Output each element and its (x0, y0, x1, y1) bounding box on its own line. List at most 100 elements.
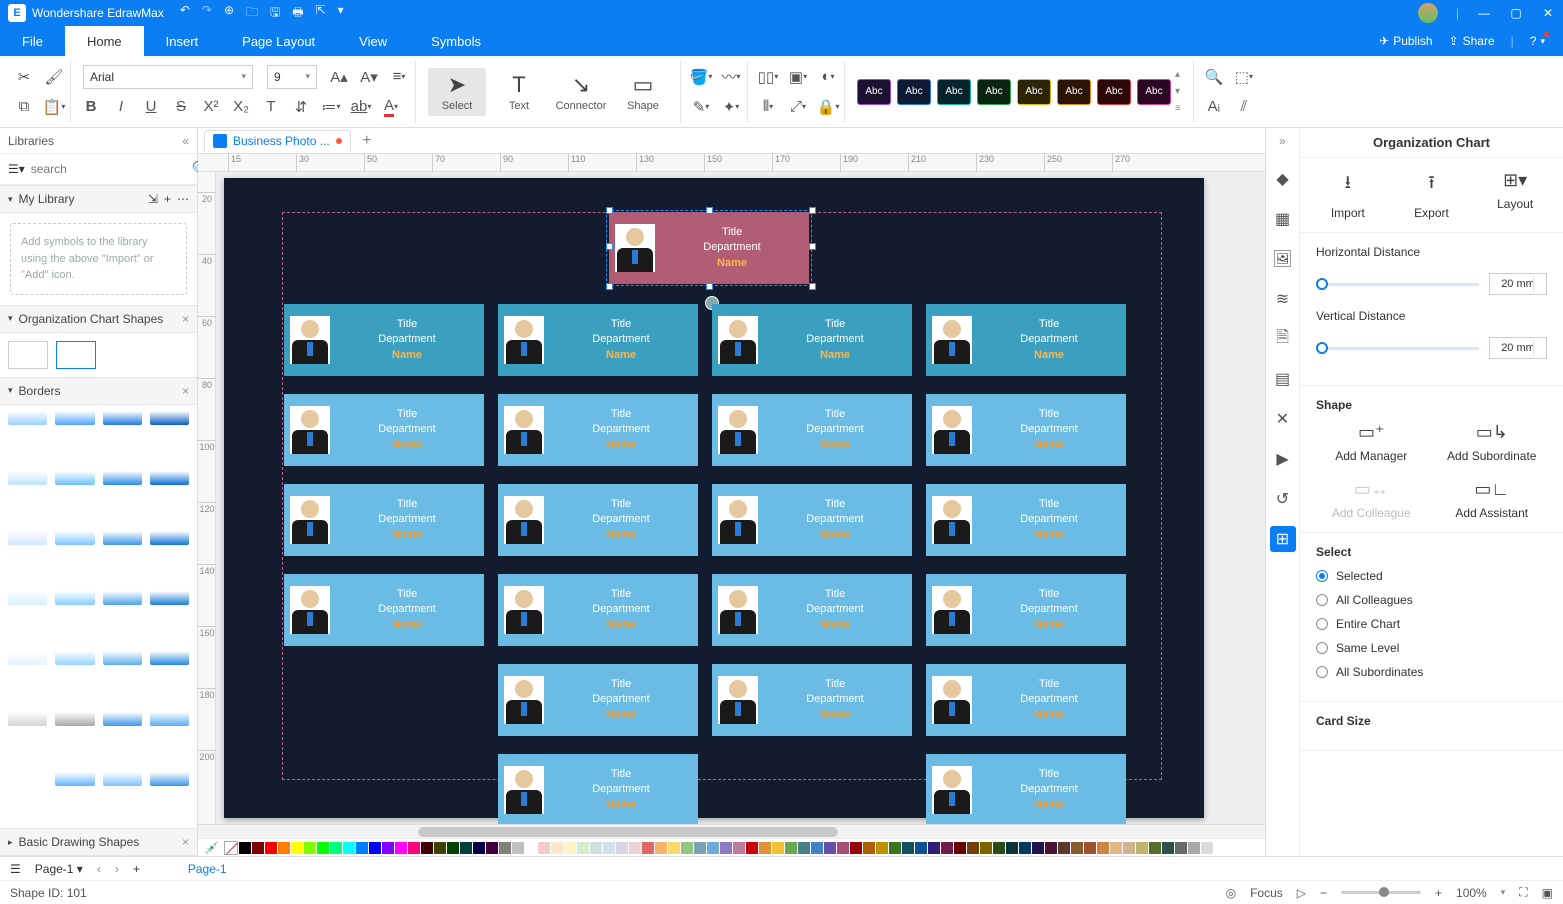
fit-page-icon[interactable]: ⛶ (1519, 885, 1527, 900)
org-card[interactable]: TitleDepartmentName (498, 754, 698, 824)
line-color-icon[interactable]: ✎▾ (693, 99, 709, 115)
border-thumb[interactable] (55, 471, 94, 485)
border-thumb[interactable] (150, 651, 189, 665)
zoom-slider[interactable] (1341, 891, 1421, 894)
radio-all-subordinates[interactable]: All Subordinates (1316, 665, 1547, 679)
color-swatch[interactable] (876, 842, 888, 854)
fill-icon[interactable]: 🪣▾ (693, 69, 709, 85)
style-swatch[interactable]: Abc (977, 79, 1011, 105)
org-card[interactable]: TitleDepartmentName (926, 574, 1126, 646)
rail-ruler-icon[interactable]: ▤ (1270, 366, 1296, 392)
lock-icon[interactable]: 🔒▾ (820, 99, 836, 115)
color-swatch[interactable] (356, 842, 368, 854)
org-card[interactable]: TitleDepartmentName (498, 664, 698, 736)
rail-page-icon[interactable]: 🗎 (1270, 326, 1296, 352)
style-swatch[interactable]: Abc (897, 79, 931, 105)
color-swatch[interactable] (343, 842, 355, 854)
fullscreen-icon[interactable]: ▣ (1542, 886, 1553, 900)
color-swatch[interactable] (603, 842, 615, 854)
org-card[interactable]: TitleDepartmentName (712, 484, 912, 556)
borders-header[interactable]: ▾ Borders × (0, 377, 197, 405)
target-icon[interactable]: ◎ (1226, 886, 1236, 900)
cut-icon[interactable]: ✂ (16, 69, 32, 85)
add-assistant-button[interactable]: ▭∟Add Assistant (1437, 479, 1548, 520)
qat-more-icon[interactable]: ▾ (338, 3, 344, 24)
border-thumb[interactable] (103, 531, 142, 545)
zoom-out-icon[interactable]: − (1320, 886, 1327, 900)
zoom-in-icon[interactable]: + (1435, 886, 1442, 900)
user-avatar[interactable] (1418, 3, 1438, 23)
border-thumb[interactable] (103, 591, 142, 605)
org-card[interactable]: TitleDepartmentName (926, 754, 1126, 824)
selection-handle[interactable] (706, 207, 713, 214)
style-swatch[interactable]: Abc (1017, 79, 1051, 105)
color-swatch[interactable] (668, 842, 680, 854)
zoom-knob[interactable] (1379, 887, 1389, 897)
color-swatch[interactable] (1097, 842, 1109, 854)
rail-history-icon[interactable]: ↺ (1270, 486, 1296, 512)
color-swatch[interactable] (655, 842, 667, 854)
color-swatch[interactable] (707, 842, 719, 854)
tab-insert[interactable]: Insert (144, 26, 221, 56)
selection-handle[interactable] (809, 283, 816, 290)
color-swatch[interactable] (434, 842, 446, 854)
tab-page-layout[interactable]: Page Layout (220, 26, 337, 56)
color-swatch[interactable] (616, 842, 628, 854)
font-color-icon[interactable]: A▾ (383, 99, 399, 115)
border-thumb[interactable] (55, 531, 94, 545)
color-swatch[interactable] (525, 842, 537, 854)
rail-orgchart-icon[interactable]: ⊞ (1270, 526, 1296, 552)
slider-knob[interactable] (1316, 278, 1328, 290)
mylibrary-header[interactable]: ▾ My Library ⇲ + ⋯ (0, 185, 197, 213)
page-list-icon[interactable]: ☰ (10, 862, 21, 876)
org-card[interactable]: TitleDepartmentName (498, 484, 698, 556)
style-swatch[interactable]: Abc (1097, 79, 1131, 105)
color-swatch[interactable] (304, 842, 316, 854)
library-menu-icon[interactable]: ☰▾ (8, 162, 25, 176)
color-swatch[interactable] (928, 842, 940, 854)
hdist-slider[interactable] (1316, 283, 1479, 286)
lib-more-icon[interactable]: ⋯ (177, 192, 189, 206)
tab-view[interactable]: View (337, 26, 409, 56)
color-swatch[interactable] (863, 842, 875, 854)
color-swatch[interactable] (395, 842, 407, 854)
orgshape-thumb-1[interactable] (8, 341, 48, 369)
color-swatch[interactable] (772, 842, 784, 854)
color-swatch[interactable] (369, 842, 381, 854)
org-card[interactable]: TitleDepartmentName (712, 664, 912, 736)
border-thumb[interactable] (150, 712, 189, 726)
scrollbar-thumb[interactable] (418, 827, 838, 837)
play-icon[interactable]: ▷ (1297, 886, 1306, 900)
bullets-icon[interactable]: ≔▾ (323, 99, 339, 115)
selection-handle[interactable] (809, 243, 816, 250)
border-thumb[interactable] (55, 772, 94, 786)
border-thumb[interactable] (103, 772, 142, 786)
export-icon[interactable]: ⇱ (316, 3, 326, 24)
color-swatch[interactable] (1058, 842, 1070, 854)
color-swatch[interactable] (915, 842, 927, 854)
close-section-icon[interactable]: × (182, 312, 189, 326)
case-icon[interactable]: T (263, 99, 279, 115)
color-swatch[interactable] (1032, 842, 1044, 854)
superscript-icon[interactable]: X² (203, 99, 219, 115)
shape-tool[interactable]: ▭Shape (614, 68, 672, 116)
rail-present-icon[interactable]: ▶ (1270, 446, 1296, 472)
effects-icon[interactable]: ✦▾ (723, 99, 739, 115)
redo-icon[interactable]: ↷ (202, 3, 212, 24)
highlight-icon[interactable]: ab▾ (353, 99, 369, 115)
color-swatch[interactable] (629, 842, 641, 854)
add-subordinate-button[interactable]: ▭↳Add Subordinate (1437, 422, 1548, 463)
color-swatch[interactable] (330, 842, 342, 854)
radio-all-colleagues[interactable]: All Colleagues (1316, 593, 1547, 607)
color-swatch[interactable] (1175, 842, 1187, 854)
find-icon[interactable]: 🔍 (1206, 69, 1222, 85)
copy-icon[interactable]: ⧉ (16, 99, 32, 115)
collapse-left-icon[interactable]: « (182, 134, 189, 148)
border-thumb[interactable] (103, 651, 142, 665)
import-lib-icon[interactable]: ⇲ (148, 192, 158, 206)
orgshapes-header[interactable]: ▾ Organization Chart Shapes × (0, 305, 197, 333)
open-icon[interactable]: 🗀 (246, 3, 258, 24)
style-swatch[interactable]: Abc (857, 79, 891, 105)
border-thumb[interactable] (55, 651, 94, 665)
slider-knob[interactable] (1316, 342, 1328, 354)
